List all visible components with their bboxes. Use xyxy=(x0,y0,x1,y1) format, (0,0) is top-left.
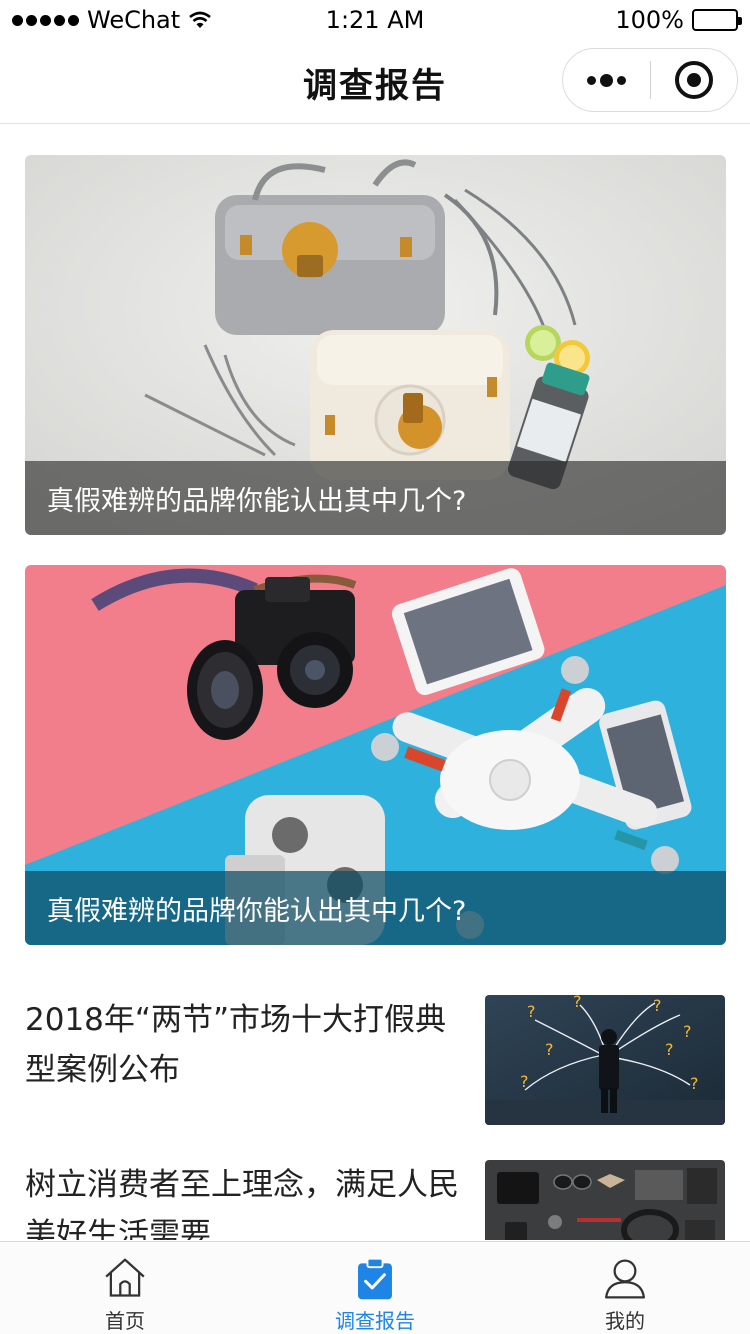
article-thumbnail xyxy=(485,1160,725,1240)
featured-article-card[interactable]: 真假难辨的品牌你能认出其中几个? xyxy=(25,155,726,535)
svg-text:?: ? xyxy=(690,1074,699,1093)
home-icon xyxy=(105,1258,145,1297)
accessories-flatlay-photo xyxy=(485,1160,725,1240)
article-thumbnail: ??? ??? ?? xyxy=(485,995,725,1125)
target-circle-icon xyxy=(675,61,713,99)
close-miniprogram-button[interactable] xyxy=(651,49,737,111)
list-item[interactable]: 2018年“两节”市场十大打假典型案例公布 ? ? ? ? ? ? ? ? xyxy=(25,995,725,1127)
battery-icon xyxy=(692,9,742,31)
miniprogram-capsule xyxy=(562,48,738,112)
featured-article-card[interactable]: 真假难辨的品牌你能认出其中几个? xyxy=(25,565,726,945)
featured-article-title: 真假难辨的品牌你能认出其中几个? xyxy=(25,461,726,535)
user-icon xyxy=(605,1259,645,1299)
featured-article-title: 真假难辨的品牌你能认出其中几个? xyxy=(25,871,726,945)
status-bar: WeChat 1:21 AM 100% xyxy=(0,0,750,40)
tab-bar: 首页 调查报告 我的 xyxy=(0,1241,750,1334)
svg-text:?: ? xyxy=(520,1072,529,1091)
svg-text:?: ? xyxy=(665,1040,674,1059)
svg-text:?: ? xyxy=(653,996,662,1015)
tab-label: 首页 xyxy=(105,1309,145,1333)
svg-text:?: ? xyxy=(683,1022,692,1041)
tab-label: 我的 xyxy=(605,1309,645,1333)
tab-report[interactable]: 调查报告 xyxy=(250,1242,500,1334)
navigation-bar: 调查报告 xyxy=(0,40,750,124)
battery-percent: 100% xyxy=(615,6,684,34)
tab-label: 调查报告 xyxy=(335,1309,415,1333)
more-dots-icon[interactable] xyxy=(563,49,650,111)
businessman-question-marks-photo: ??? ??? ?? xyxy=(485,995,725,1125)
svg-text:?: ? xyxy=(573,995,582,1011)
article-title: 树立消费者至上理念，满足人民美好生活需要 xyxy=(25,1167,459,1240)
clipboard-check-icon xyxy=(358,1257,392,1300)
article-title: 2018年“两节”市场十大打假典型案例公布 xyxy=(25,1002,447,1088)
svg-text:?: ? xyxy=(527,1002,536,1021)
svg-text:?: ? xyxy=(545,1040,554,1059)
status-right: 100% xyxy=(615,6,742,34)
list-item[interactable]: 树立消费者至上理念，满足人民美好生活需要 xyxy=(25,1160,725,1240)
tab-home[interactable]: 首页 xyxy=(0,1242,250,1334)
article-list: 真假难辨的品牌你能认出其中几个? 真假难辨的品牌你能认出其中几个? 2018年“… xyxy=(0,125,750,1240)
tab-mine[interactable]: 我的 xyxy=(500,1242,750,1334)
